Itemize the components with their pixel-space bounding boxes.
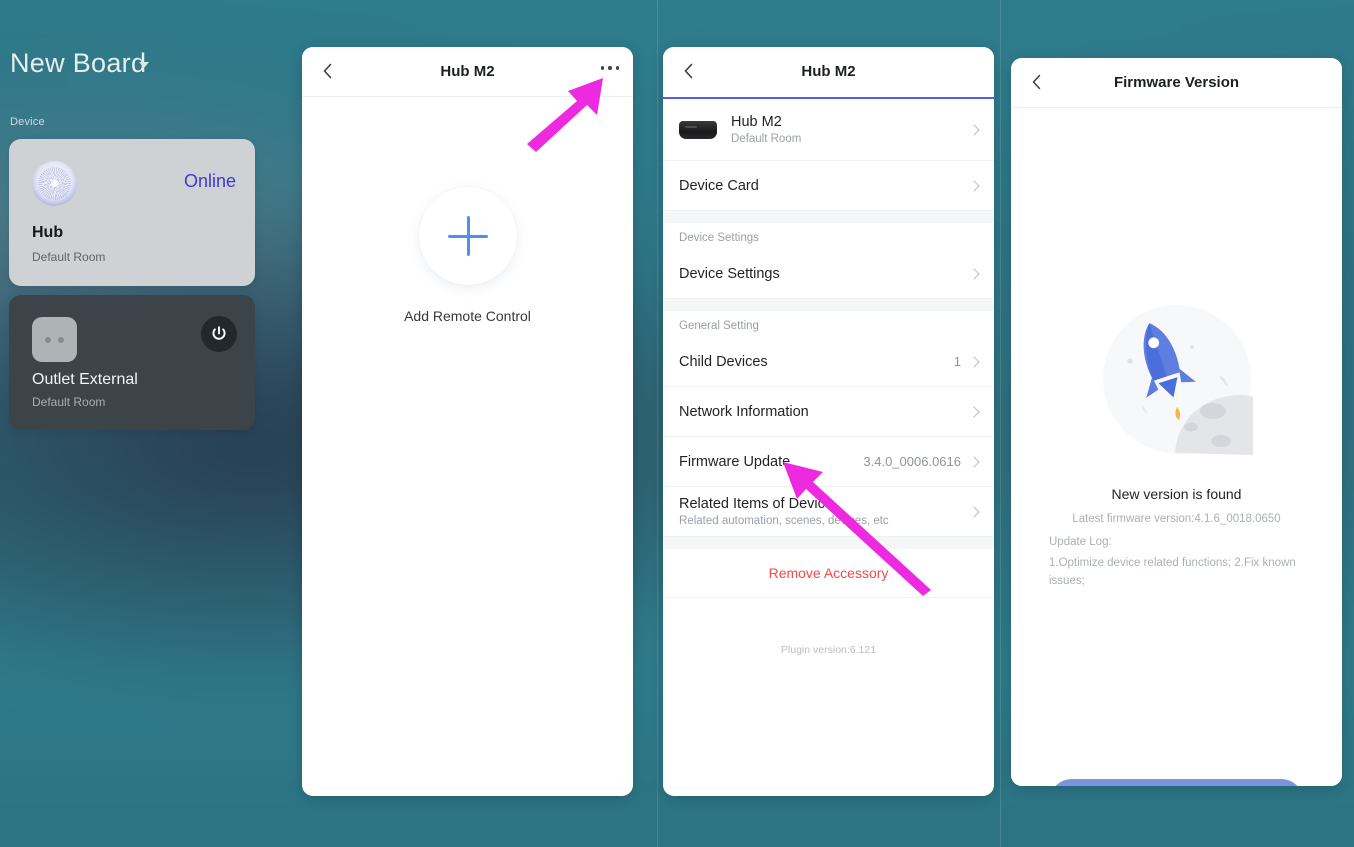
row-label: Related Items of Device [679, 496, 833, 512]
list-separator [663, 299, 994, 311]
device-card-name: Outlet External [32, 371, 138, 388]
row-sublabel: Related automation, scenes, devices, etc [679, 515, 889, 527]
chevron-right-icon [968, 123, 980, 136]
list-separator [663, 537, 994, 549]
panel-device-settings: Hub M2 Hub M2 Default Room Device Card D… [663, 47, 994, 796]
row-value: 1 [953, 354, 961, 369]
upgrade-button[interactable]: Upgrade [1049, 779, 1304, 786]
firmware-body: New version is found Latest firmware ver… [1011, 108, 1342, 786]
row-label: Firmware Update [679, 453, 791, 470]
firmware-headline: New version is found [1111, 486, 1242, 502]
more-horizontal-icon[interactable] [600, 66, 619, 70]
row-related-items[interactable]: Related Items of Device Related automati… [663, 487, 994, 537]
device-summary-room: Default Room [731, 133, 802, 145]
device-card-room: Default Room [32, 395, 106, 409]
remove-accessory-button[interactable]: Remove Accessory [663, 549, 994, 598]
plus-icon[interactable] [418, 187, 517, 285]
device-section-label: Device [10, 116, 45, 128]
hub-thumbnail-icon [679, 120, 717, 139]
row-label: Device Card [679, 177, 759, 194]
chevron-right-icon [968, 455, 980, 468]
row-child-devices[interactable]: Child Devices 1 [663, 337, 994, 387]
firmware-update-log-body: 1.Optimize device related functions; 2.F… [1049, 557, 1296, 587]
chevron-right-icon [968, 505, 980, 518]
row-label: Device Settings [679, 265, 780, 282]
chevron-right-icon [968, 179, 980, 192]
status-badge: Online [183, 171, 236, 191]
group-header-device-settings: Device Settings [663, 223, 994, 249]
device-card-room: Default Room [32, 250, 106, 264]
panel-settings-navbar: Hub M2 [663, 47, 994, 97]
panel-firmware-navbar: Firmware Version [1011, 58, 1342, 108]
row-device-settings[interactable]: Device Settings [663, 249, 994, 299]
device-card-outlet[interactable]: Outlet External Default Room [9, 295, 255, 430]
screen: New Board Device Online Hub Default Room… [0, 0, 1354, 847]
hub-device-icon [32, 161, 77, 206]
row-value: 3.4.0_0006.0616 [863, 454, 961, 469]
firmware-latest-version: Latest firmware version:4.1.6_0018.0650 [1072, 513, 1281, 525]
row-firmware-update[interactable]: Firmware Update 3.4.0_0006.0616 [663, 437, 994, 487]
device-summary-name: Hub M2 [731, 114, 782, 130]
row-label: Network Information [679, 403, 809, 420]
add-remote-control-label: Add Remote Control [404, 308, 531, 324]
board-title: New Board [10, 48, 147, 78]
list-separator [663, 211, 994, 223]
panel-remote-navbar: Hub M2 [302, 47, 633, 97]
device-card-name: Hub [32, 224, 64, 241]
row-device-card[interactable]: Device Card [663, 161, 994, 211]
rocket-launch-illustration [1101, 303, 1253, 455]
panel-settings-title: Hub M2 [801, 63, 856, 80]
row-label: Child Devices [679, 353, 768, 370]
device-summary-row[interactable]: Hub M2 Default Room [663, 99, 994, 161]
panel-remote-control: Hub M2 Add Remote Control [302, 47, 633, 796]
background-divider-left [657, 0, 658, 847]
chevron-down-icon[interactable] [139, 62, 149, 68]
panel-firmware-version: Firmware Version New version is found La… [1011, 58, 1342, 786]
group-header-general-setting: General Setting [663, 311, 994, 337]
firmware-update-log-title: Update Log: [1049, 536, 1112, 548]
background-divider-right [1000, 0, 1001, 847]
row-network-information[interactable]: Network Information [663, 387, 994, 437]
chevron-right-icon [968, 355, 980, 368]
power-icon[interactable] [201, 316, 237, 352]
outlet-device-icon [32, 317, 77, 362]
chevron-right-icon [968, 405, 980, 418]
add-remote-control-button[interactable]: Add Remote Control [302, 187, 633, 324]
device-card-hub[interactable]: Online Hub Default Room [9, 139, 255, 286]
panel-remote-title: Hub M2 [440, 63, 495, 80]
plugin-version-label: Plugin version:6.121 [780, 644, 877, 656]
chevron-right-icon [968, 267, 980, 280]
panel-firmware-title: Firmware Version [1113, 74, 1240, 91]
